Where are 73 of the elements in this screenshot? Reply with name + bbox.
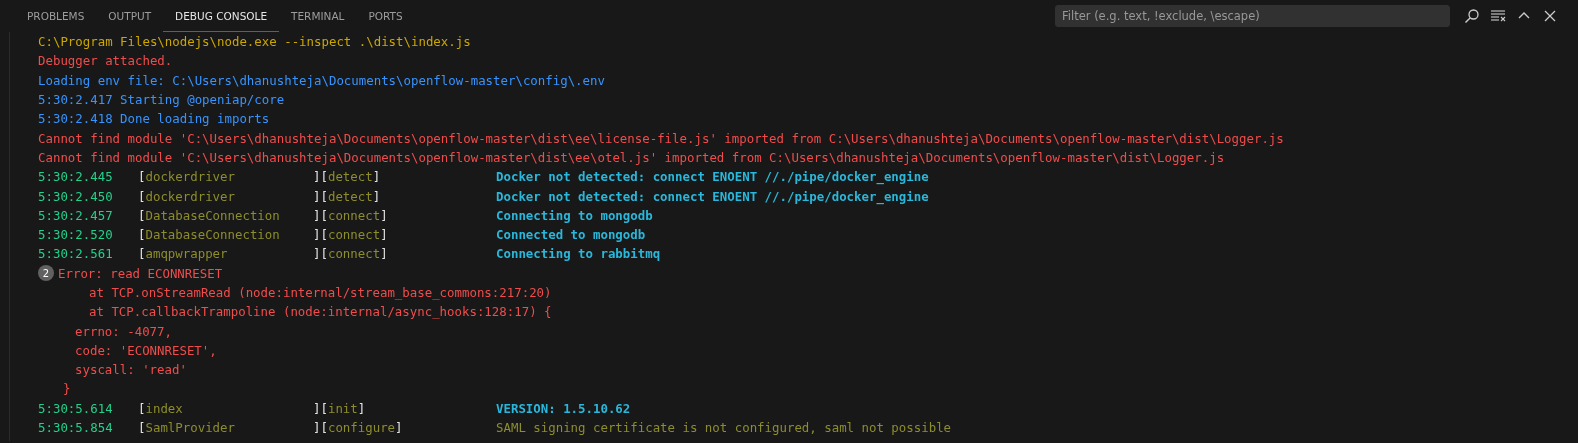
log-action: detect <box>327 169 373 185</box>
log-source: dockerdriver <box>145 188 235 204</box>
panel-tab[interactable]: TERMINAL <box>279 0 357 32</box>
log-message: Connected to mongodb <box>496 227 646 243</box>
stack-trace-line: at TCP.onStreamRead (node:internal/stream_base_commons:217:20) <box>88 285 552 300</box>
stack-trace-line: at TCP.callbackTrampoline (node:internal/async_hooks:128:17) { <box>88 304 552 320</box>
log-message: Docker not detected: connect ENOENT //./pipe/docker_engine <box>496 188 929 204</box>
log-source: DatabaseConnection <box>145 227 280 243</box>
console-line: 5:30:2.417 Starting @openiap/core <box>38 92 285 108</box>
bracket: [ <box>138 207 146 223</box>
bracket: [ <box>138 246 146 262</box>
bracket: [ <box>138 227 146 243</box>
log-action: connect <box>327 207 381 223</box>
bracket: ] <box>380 227 388 243</box>
log-timestamp: 5:30:2.520 <box>38 227 114 243</box>
repeat-count-badge: 2 <box>38 265 54 282</box>
bracket: ][ <box>313 207 328 223</box>
bracket: ] <box>380 207 388 223</box>
log-message: SAML signing certificate is not configured, saml not possible <box>496 420 952 436</box>
console-line: Cannot find module 'C:\Users\dhanushteja\Documents\openflow-master\dist\ee\otel.js' imported from C:\Users\dhanushteja\Documents\openflow-master\dist\Logger.js <box>38 149 1225 165</box>
bracket: [ <box>138 169 146 185</box>
bracket: ] <box>372 188 381 204</box>
bracket: ][ <box>313 246 328 262</box>
bracket: ][ <box>313 188 328 204</box>
console-line: Cannot find module 'C:\Users\dhanushteja\Documents\openflow-master\dist\ee\license-file.js' imported from C:\Users\dhanushteja\Documents\openflow-master\dist\Logger.js <box>38 130 1284 146</box>
log-action: init <box>327 400 358 416</box>
console-line: C:\Program Files\nodejs\node.exe --inspect .\dist\index.js <box>38 34 471 50</box>
closing-brace: } <box>62 381 71 397</box>
bracket: ][ <box>313 420 328 436</box>
bracket: ] <box>395 420 403 436</box>
log-timestamp: 5:30:2.450 <box>38 188 114 204</box>
console-line: 5:30:2.418 Done loading imports <box>38 111 270 127</box>
log-timestamp: 5:30:2.561 <box>38 246 114 262</box>
console-line: Loading env file: C:\Users\dhanushteja\Documents\openflow-master\config\.env <box>38 72 605 88</box>
search-icon[interactable] <box>1464 8 1480 24</box>
bracket: ][ <box>313 169 328 185</box>
log-source: amqpwrapper <box>145 246 228 262</box>
log-action: connect <box>327 246 381 262</box>
log-action: detect <box>327 188 373 204</box>
log-timestamp: 5:30:5.614 <box>38 400 114 416</box>
log-message: Connecting to mongodb <box>496 207 653 223</box>
error-message: Error: read ECONNRESET <box>58 265 223 281</box>
bracket: ] <box>372 169 381 185</box>
bracket: ] <box>380 246 388 262</box>
close-icon[interactable] <box>1542 8 1558 24</box>
panel-tab[interactable]: OUTPUT <box>96 0 164 32</box>
error-field-line: errno: -4077, <box>74 323 172 339</box>
console-line: Debugger attached. <box>38 53 173 69</box>
bracket: ][ <box>313 227 328 243</box>
bracket: [ <box>138 400 146 416</box>
filter-field[interactable]: Filter (e.g. text, !exclude, \escape) <box>1055 5 1450 27</box>
bracket: ] <box>357 400 366 416</box>
log-message: Docker not detected: connect ENOENT //./pipe/docker_engine <box>496 169 929 185</box>
log-action: connect <box>327 227 381 243</box>
log-message: VERSION: 1.5.10.62 <box>496 400 631 416</box>
panel-tab[interactable]: PORTS <box>356 0 415 32</box>
log-source: index <box>145 400 183 416</box>
log-source: DatabaseConnection <box>145 207 280 223</box>
log-timestamp: 5:30:5.854 <box>38 420 114 436</box>
error-field-line: syscall: 'read' <box>74 362 187 378</box>
error-field-line: code: 'ECONNRESET', <box>74 342 217 358</box>
log-source: dockerdriver <box>145 169 235 185</box>
clear-console-icon[interactable] <box>1490 8 1506 24</box>
log-action: configure <box>327 420 396 436</box>
bracket: [ <box>138 420 146 436</box>
log-timestamp: 5:30:2.457 <box>38 207 114 223</box>
log-source: SamlProvider <box>145 420 235 436</box>
bracket: [ <box>138 188 146 204</box>
panel-tab[interactable]: DEBUG CONSOLE <box>163 0 280 32</box>
bracket: ][ <box>313 400 328 416</box>
log-message: Connecting to rabbitmq <box>496 246 661 262</box>
log-timestamp: 5:30:2.445 <box>38 169 114 185</box>
panel-tab[interactable]: PROBLEMS <box>27 0 97 32</box>
